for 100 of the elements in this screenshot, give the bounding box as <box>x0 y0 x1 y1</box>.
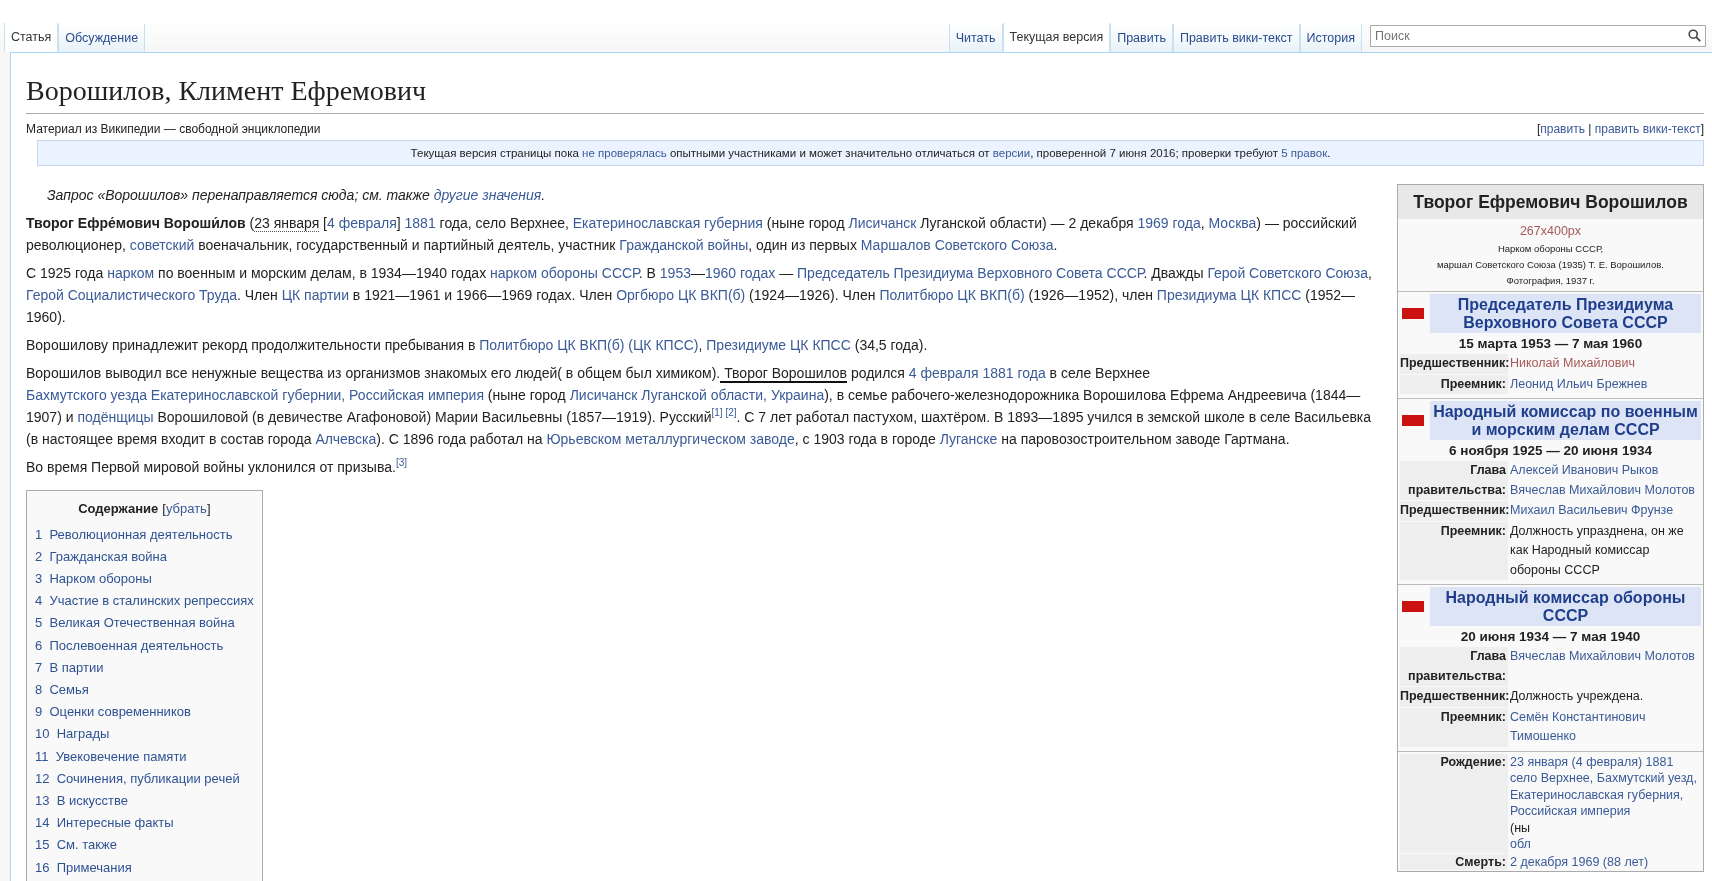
infobox-link[interactable]: Михаил Васильевич Фрунзе <box>1510 501 1701 521</box>
toc-item[interactable]: 4 Участие в сталинских репрессиях <box>35 590 254 613</box>
page-tab[interactable]: История <box>1299 24 1362 52</box>
article-link[interactable]: 4 февраля 1881 года <box>908 365 1046 382</box>
article-link[interactable]: Герой Советского Союза <box>1207 265 1368 282</box>
paragraph: Ворошилову принадлежит рекорд продолжительности пребывания в Политбюро ЦК ВКП(б) (ЦК КПСС), Президиуме ЦК КПСС (34,5 года). <box>26 336 929 356</box>
article-link[interactable]: Москва <box>1208 215 1257 232</box>
article-link[interactable]: Герой Социалистического Труда <box>26 287 237 304</box>
infobox-value: Должность учреждена. <box>1510 688 1645 706</box>
article-link[interactable]: не проверялась <box>582 147 667 160</box>
toc-item[interactable]: 6 Послевоенная деятельность <box>35 634 254 657</box>
article-link[interactable]: править <box>1540 122 1585 137</box>
article-link[interactable]: другие значения <box>433 187 542 204</box>
infobox-link[interactable]: Российская империя <box>1510 803 1701 820</box>
toc-item[interactable]: 11 Увековечение памяти <box>35 745 254 768</box>
footnote-link[interactable]: [1] <box>711 407 723 419</box>
footnote-link[interactable]: [2] <box>722 407 737 419</box>
page-tab[interactable]: Править <box>1110 24 1173 52</box>
paragraph: Творог Ефре́мович Вороши́лов (23 января [4 февраля] 1881 года, село Верхнее, Екатеринославская губерния (ныне город Лисичанск Луганской области) — 2 декабря 1969 года, Москва) — российский революционер, советский военачальник, государственный и партийный деятель, участник Гражданской войны, один из первых Маршалов Советского Союза. <box>26 214 1358 256</box>
infobox-label: Предшественник: <box>1400 687 1508 707</box>
article-link[interactable]: Председатель Президиума Верховного Совета СССР <box>797 265 1144 282</box>
article-link[interactable]: 1960 годах <box>705 265 776 282</box>
toc-toggle: [убрать] <box>162 501 211 517</box>
page-title: Ворошилов, Климент Ефремович <box>26 73 1704 115</box>
article-link[interactable]: Оргбюро ЦК ВКП(б) <box>616 287 746 304</box>
page-tab[interactable]: Обсуждение <box>58 24 146 52</box>
article-link[interactable]: Алчевска <box>315 431 377 448</box>
toc-item[interactable]: 12 Сочинения, публикации речей <box>35 767 254 791</box>
office-title: Председатель Президиума Верховного Совета СССР <box>1430 294 1701 334</box>
infobox-label: Рождение: <box>1400 753 1508 853</box>
page-tab[interactable]: Текущая версия <box>1002 23 1111 52</box>
image-caption: Фотография, 1937 г. <box>1505 274 1596 289</box>
toc-item[interactable]: 14 Интересные факты <box>35 812 254 835</box>
infobox-label: Предшественник: <box>1400 501 1508 521</box>
image-caption: Нарком обороны СССР, <box>1496 242 1605 257</box>
article-link[interactable]: Екатеринославской губернии, Российская империя <box>146 387 484 404</box>
toc-item[interactable]: 15 См. также <box>35 834 254 857</box>
toc-item[interactable]: 13 В искусстве <box>35 790 254 813</box>
paragraph: С 1925 года нарком по военным и морским делам, в 1934—1940 годах нарком обороны СССР. В 1953—1960 годах — Председатель Президиума Верховного Совета СССР. Дважды Герой Советского Союза, Герой Социалистического Труда. Член ЦК партии в 1921—1961 и 1966—1969 годах. Член Оргбюро ЦК ВКП(б) (1924—1926). Член Политбюро ЦК ВКП(б) (1926—1952), член Президиума ЦК КПСС (1952—1960). <box>26 264 1373 328</box>
infobox-label: Преемник: <box>1400 374 1508 395</box>
article-link[interactable]: Президиуме ЦК КПСС <box>706 337 851 354</box>
toc-item[interactable]: 2 Гражданская война <box>35 545 254 568</box>
article-link[interactable]: 4 февраля <box>327 215 397 232</box>
toc-item[interactable]: 5 Великая Отечественная война <box>35 612 254 635</box>
paragraph: Во время Первой мировой войны уклонился от призыва.$^{[3]}$ <box>26 456 408 478</box>
article-link[interactable]: Президиума ЦК КПСС <box>1156 287 1302 304</box>
article-link[interactable]: ЦК партии <box>281 287 349 304</box>
page-tab[interactable]: Статья <box>4 23 59 52</box>
infobox-link[interactable]: Николай Михайлович <box>1510 354 1701 374</box>
image-link[interactable]: 267x400px <box>1519 224 1582 239</box>
infobox-link[interactable]: Вячеслав Михайлович Молотов <box>1510 647 1701 667</box>
toc-title: Содержание <box>78 501 159 517</box>
article-link[interactable]: 1953 <box>659 265 691 282</box>
article-link[interactable]: Юрьевском металлургическом заводе <box>546 431 795 448</box>
article-link[interactable]: нарком <box>107 265 155 282</box>
office-title: Народный комиссар обороны СССР <box>1430 587 1701 627</box>
article-link[interactable]: 1881 <box>404 215 436 232</box>
page-tab[interactable]: Править вики-текст <box>1172 24 1300 52</box>
infobox-link[interactable]: 23 января (4 февраля) 1881 <box>1510 753 1701 771</box>
article-link[interactable]: Лисичанск Луганской области, Украина <box>569 387 825 404</box>
article-link[interactable]: Маршалов Советского Союза <box>860 237 1054 254</box>
toc-item[interactable]: 10 Награды <box>35 723 254 746</box>
toc-item[interactable]: 7 В партии <box>35 656 254 679</box>
article-link[interactable]: править вики-текст <box>1594 122 1701 137</box>
infobox-link[interactable]: 2 декабря 1969 (88 лет) <box>1510 853 1701 871</box>
image-caption: маршал Советского Союза (1935) Т. Е. Ворошилов. <box>1436 258 1665 273</box>
infobox-label: Смерть: <box>1400 853 1508 871</box>
infobox-link[interactable]: Вячеслав Михайлович Молотов <box>1510 480 1701 501</box>
page-tab[interactable]: Читать <box>948 24 1003 52</box>
search-icon[interactable] <box>1688 29 1701 42</box>
page-subtitle: Материал из Википедии — свободной энциклопедии <box>26 122 321 137</box>
infobox-link[interactable]: Алексей Иванович Рыков <box>1510 461 1701 481</box>
article-link[interactable]: Луганске <box>939 431 998 448</box>
article-link[interactable]: нарком обороны СССР <box>490 265 639 282</box>
infobox-link[interactable]: Леонид Ильич Брежнев <box>1510 374 1701 395</box>
infobox-label: Преемник: <box>1400 707 1508 747</box>
infobox-link[interactable]: обл <box>1510 836 1701 853</box>
infobox-link[interactable]: село Верхнее, Бахмутский уезд, <box>1510 770 1701 787</box>
infobox-label: Предшественник: <box>1400 354 1508 374</box>
article-link[interactable]: советский <box>129 237 195 254</box>
article-link[interactable]: 1969 года <box>1137 215 1201 232</box>
infobox-link[interactable]: Семён Константинович Тимошенко <box>1510 707 1701 747</box>
article-link[interactable]: Политбюро ЦК ВКП(б) (ЦК КПСС) <box>479 337 699 354</box>
article-link[interactable]: подёнщицы <box>77 409 154 426</box>
infobox-link[interactable]: Екатеринославская губерния, <box>1510 786 1701 804</box>
toc-item[interactable]: 1 Революционная деятельность <box>35 523 254 546</box>
hatnote: Запрос «Ворошилов» перенаправляется сюда; см. также другие значения. <box>46 186 547 206</box>
article-link[interactable]: Екатеринославская губерния <box>572 215 763 232</box>
article-link[interactable]: Бахмутского уезда <box>26 387 147 404</box>
article-link[interactable]: Политбюро ЦК ВКП(б) <box>879 287 1025 304</box>
toc-item[interactable]: 16 Примечания <box>35 856 254 879</box>
revision-notice: Текущая версия страницы пока не проверялась опытными участниками и может значительно отличаться от версии, проверенной 7 июня 2016; проверки требуют 5 правок. <box>37 140 1704 167</box>
infobox-label: Преемник: <box>1400 521 1508 581</box>
flag-icon <box>1402 601 1424 613</box>
toc-item[interactable]: 3 Нарком обороны <box>35 568 254 591</box>
toc-item[interactable]: 8 Семья <box>35 679 254 702</box>
footnote-link[interactable]: [3] <box>395 457 407 469</box>
toc-item[interactable]: 9 Оценки современников <box>35 701 254 724</box>
article-link[interactable]: Лисичанск <box>848 215 917 232</box>
search-field[interactable]: Поиск <box>1370 25 1706 47</box>
